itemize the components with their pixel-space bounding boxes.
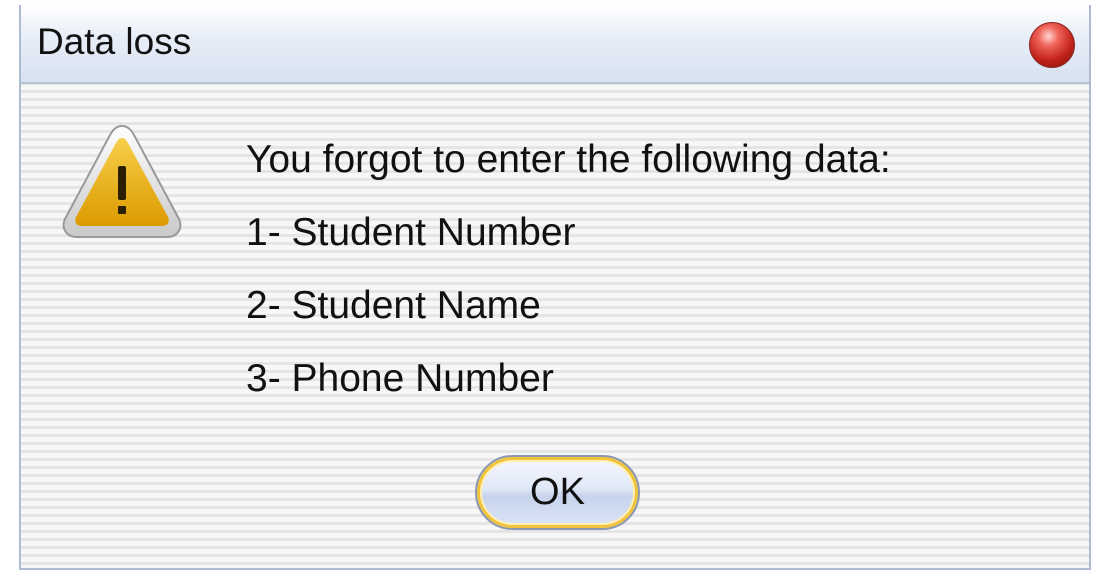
title-bar[interactable]: Data loss: [21, 5, 1089, 84]
dialog-title: Data loss: [37, 21, 192, 62]
ok-button-label: OK: [530, 471, 585, 513]
ok-button[interactable]: OK: [475, 455, 640, 530]
message-line: 1- Student Number: [246, 211, 576, 254]
message-line: You forgot to enter the following data:: [246, 138, 891, 181]
message-dialog: Data loss You forgot to enter the follow…: [19, 5, 1091, 570]
message-text: You forgot to enter the following data: …: [246, 123, 891, 415]
message-line: 2- Student Name: [246, 284, 541, 327]
close-icon[interactable]: [1029, 22, 1075, 68]
message-line: 3- Phone Number: [246, 357, 554, 400]
warning-icon: [62, 124, 182, 238]
